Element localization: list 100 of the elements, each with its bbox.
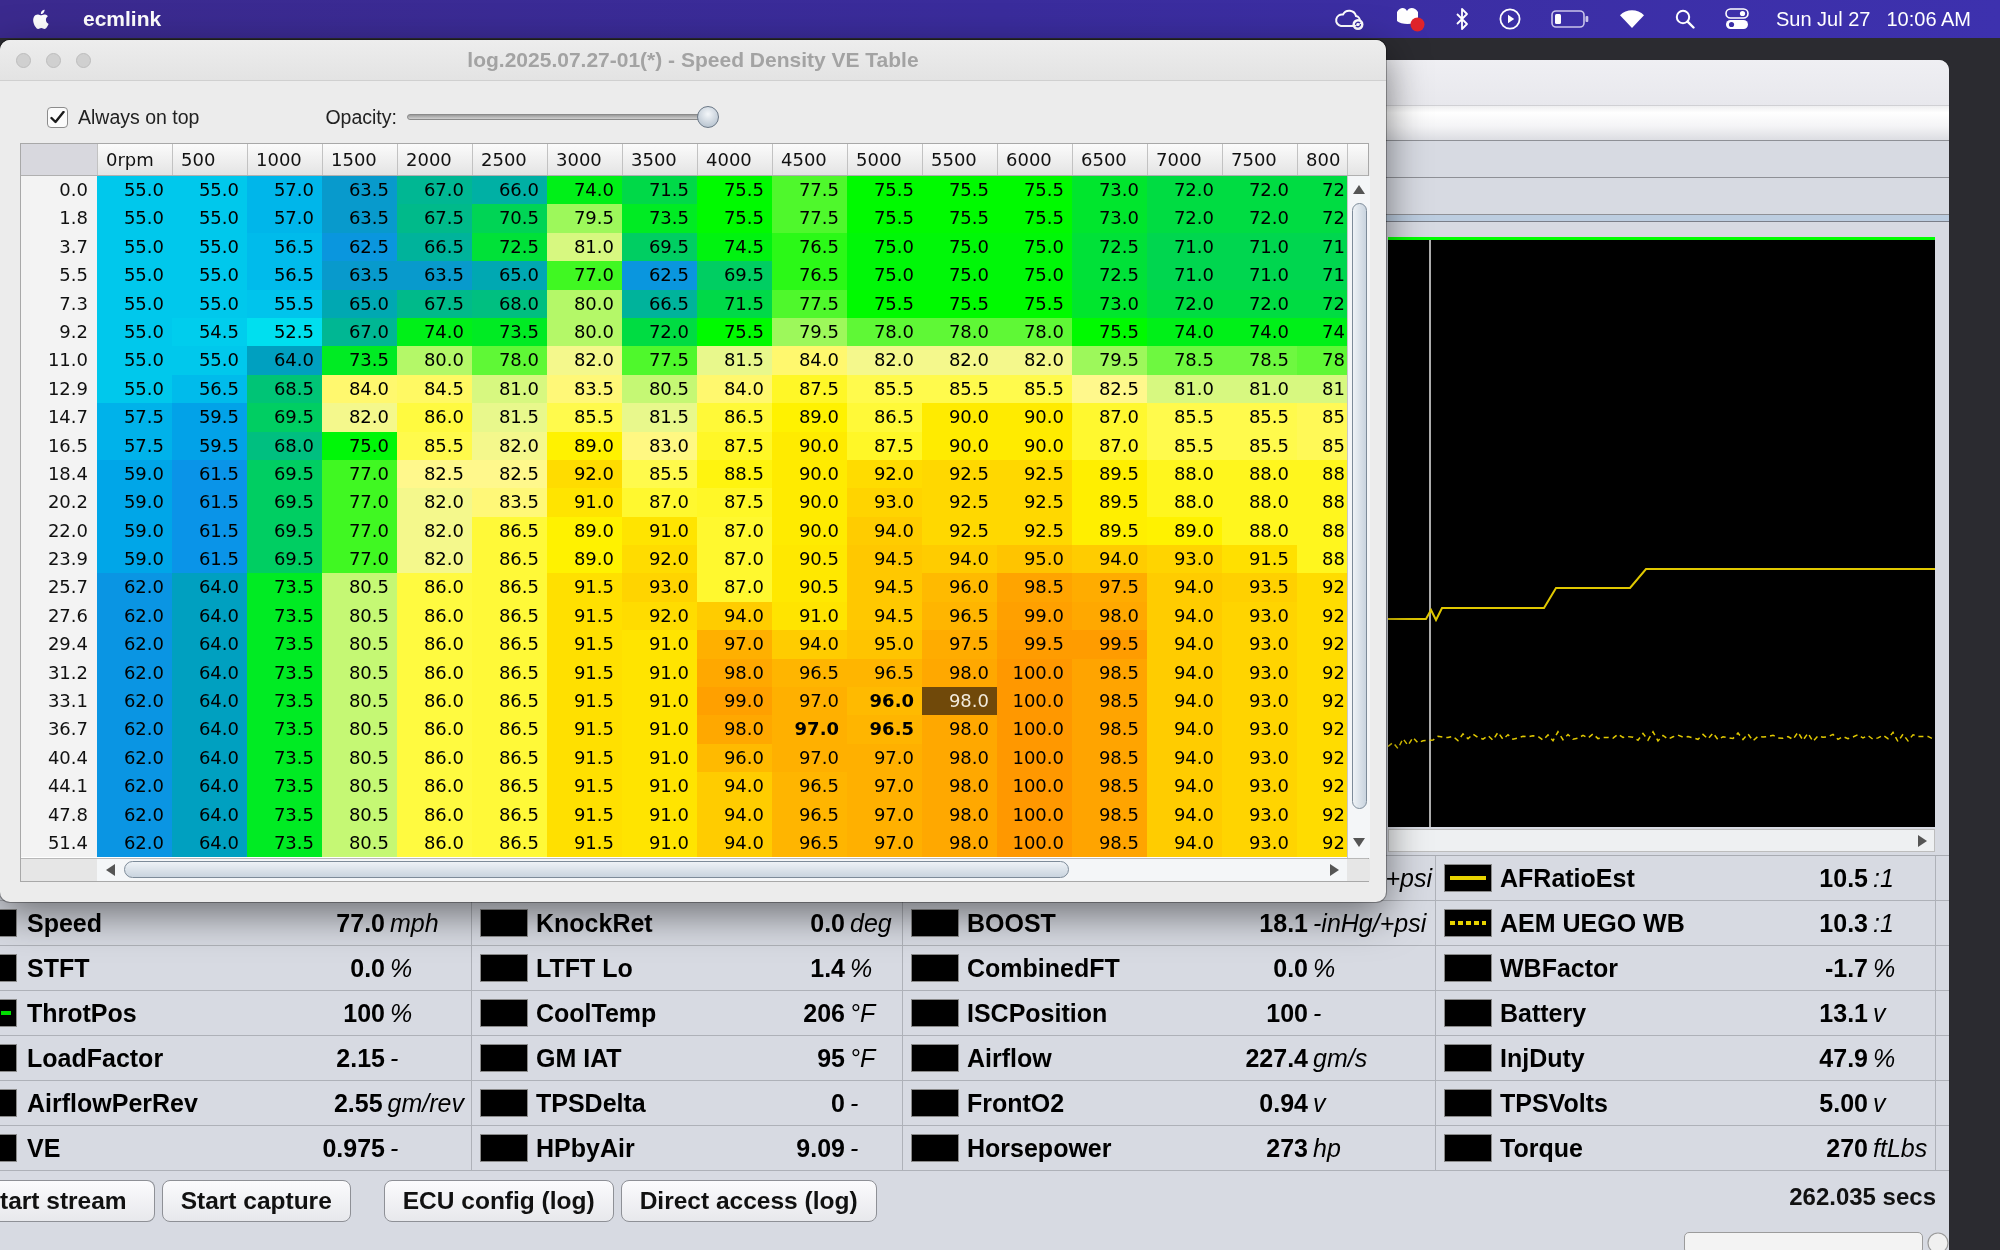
table-cell: 98.5	[1072, 715, 1147, 744]
table-cell: 87.0	[697, 516, 772, 546]
table-cell: 86.0	[397, 687, 472, 716]
table-cell: 69.5	[247, 403, 322, 432]
battery-icon[interactable]	[1550, 10, 1589, 28]
table-cell: 77.5	[772, 204, 847, 233]
app-menu[interactable]: ecmlink	[83, 7, 162, 31]
table-cell: 82.0	[922, 346, 997, 375]
table-cell: 86.5	[472, 743, 547, 773]
table-cell: 95.0	[997, 545, 1072, 574]
search-icon[interactable]	[1674, 9, 1695, 29]
table-cell: 89.5	[1072, 488, 1147, 517]
legend-swatch-icon	[1444, 999, 1492, 1027]
table-cell: 84.5	[397, 374, 472, 404]
legend-swatch-icon	[911, 1044, 959, 1072]
table-cell: 74.0	[397, 317, 472, 347]
table-cell: 64.0	[172, 573, 247, 602]
vertical-scrollbar[interactable]	[1347, 176, 1370, 858]
gauge-unit: °F	[850, 998, 878, 1028]
left-arrow-icon[interactable]	[106, 863, 115, 876]
table-cell: 62.0	[97, 601, 172, 631]
gauge-label: BOOST	[967, 908, 1056, 938]
gauge-unit: v	[1873, 1088, 1888, 1118]
table-cell: 93.0	[1222, 687, 1297, 716]
table-cell: 62.0	[97, 687, 172, 716]
table-cell: 75.0	[847, 261, 922, 290]
wifi-icon[interactable]	[1618, 9, 1645, 29]
app-icon[interactable]	[1394, 6, 1425, 32]
legend-swatch-icon	[480, 1134, 528, 1162]
table-cell: 55.0	[97, 261, 172, 290]
table-cell: 80.5	[322, 772, 397, 801]
table-cell: 88	[1297, 488, 1347, 517]
gauge-unit: -	[1313, 998, 1323, 1028]
table-cell: 59.5	[172, 431, 247, 460]
ecu-config-button[interactable]: ECU config (log)	[383, 1180, 614, 1222]
horizontal-scrollbar[interactable]	[97, 858, 1347, 881]
table-cell: 88.0	[1147, 459, 1222, 489]
table-cell: 86.5	[472, 715, 547, 744]
table-cell: 57.0	[247, 176, 322, 205]
table-cell: 75.5	[997, 176, 1072, 205]
row-header: 36.7	[21, 715, 97, 744]
scrollbar-thumb[interactable]	[124, 861, 1069, 879]
row-header: 0.0	[21, 176, 97, 205]
table-cell: 86.5	[472, 772, 547, 801]
slider-thumb[interactable]	[696, 106, 719, 128]
stream-button[interactable]: tart stream	[0, 1180, 155, 1222]
capture-button[interactable]: Start capture	[161, 1180, 351, 1222]
table-cell: 64.0	[172, 772, 247, 801]
table-cell: 80.5	[322, 829, 397, 858]
table-cell: 56.5	[247, 232, 322, 262]
table-cell: 77.5	[772, 289, 847, 318]
table-cell: 71.5	[697, 289, 772, 318]
table-cell: 84.0	[772, 346, 847, 375]
checkbox[interactable]	[47, 106, 68, 128]
table-cell: 72.0	[622, 317, 697, 347]
table-cell: 73.0	[1072, 176, 1147, 205]
table-cell: 90.0	[772, 516, 847, 546]
right-arrow-icon[interactable]	[1330, 863, 1339, 876]
table-cell: 81.0	[547, 232, 622, 262]
gauge-value: 13.1	[1819, 998, 1868, 1028]
table-cell: 89.0	[547, 516, 622, 546]
legend-swatch-icon	[1444, 1089, 1492, 1117]
scrollbar-thumb[interactable]	[1351, 203, 1367, 809]
right-arrow-icon[interactable]	[1918, 834, 1927, 847]
table-cell: 75.5	[697, 176, 772, 205]
bluetooth-icon[interactable]	[1454, 7, 1469, 31]
table-cell: 57.5	[97, 403, 172, 432]
table-cell: 72.0	[1222, 204, 1297, 233]
table-cell: 94.5	[847, 545, 922, 574]
table-cell: 89.5	[1072, 516, 1147, 546]
scrollbar-corner	[1347, 858, 1370, 881]
up-arrow-icon[interactable]	[1353, 185, 1365, 194]
table-cell: 75.5	[922, 176, 997, 205]
table-cell: 91.0	[622, 516, 697, 546]
apple-icon[interactable]	[31, 8, 49, 30]
play-icon[interactable]	[1498, 8, 1521, 30]
cloud-icon[interactable]	[1332, 7, 1365, 31]
row-header: 3.7	[21, 232, 97, 262]
table-cell: 97.0	[847, 829, 922, 858]
table-cell: 66.0	[472, 176, 547, 205]
splitter-bar[interactable]	[1386, 215, 1949, 222]
gauge-label: Torque	[1500, 1133, 1583, 1163]
table-cell: 92	[1297, 630, 1347, 659]
table-cell: 98.0	[922, 772, 997, 801]
table-cell: 91.0	[622, 772, 697, 801]
table-cell: 75.0	[847, 232, 922, 262]
table-cell: 78.5	[1222, 346, 1297, 375]
input-field[interactable]	[1684, 1232, 1923, 1250]
horizontal-scrollbar[interactable]	[1388, 829, 1935, 852]
elapsed-time: 262.035 secs	[1789, 1182, 1936, 1211]
down-arrow-icon[interactable]	[1353, 837, 1365, 847]
gauge-label: ThrotPos	[27, 998, 137, 1028]
table-cell: 66.5	[397, 232, 472, 262]
toggles-icon[interactable]	[1724, 8, 1749, 30]
table-cell: 71	[1297, 232, 1347, 262]
table-cell: 55.0	[97, 374, 172, 404]
table-cell: 86.0	[397, 573, 472, 602]
table-cell: 73.5	[247, 800, 322, 829]
opacity-slider[interactable]	[406, 106, 719, 128]
direct-access-button[interactable]: Direct access (log)	[620, 1180, 877, 1222]
